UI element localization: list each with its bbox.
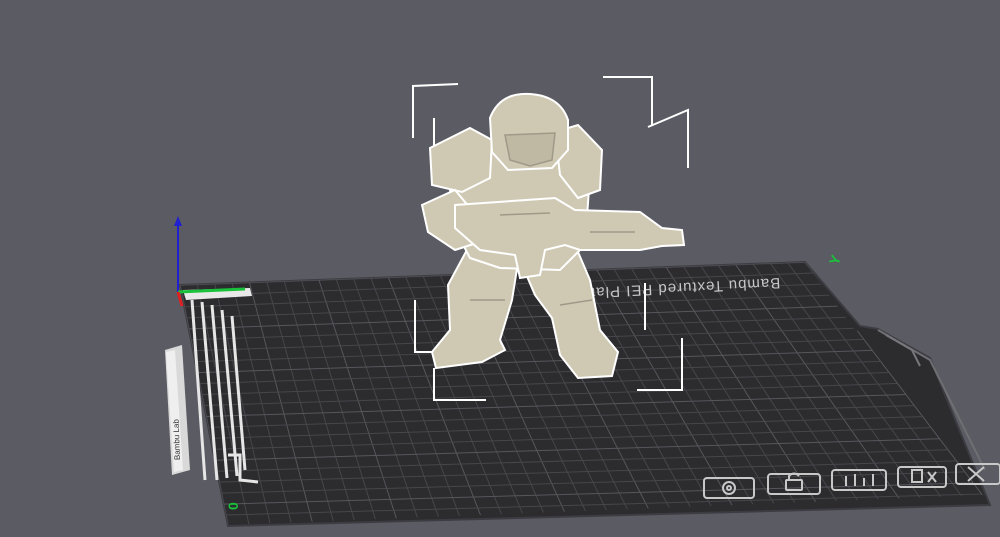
- 3d-viewport[interactable]: Bambu Textured PEI Plate Bambu Lab 0 Y: [0, 0, 1000, 532]
- svg-text:Bambu Lab: Bambu Lab: [172, 418, 182, 460]
- y-axis-label: Y: [826, 252, 844, 267]
- origin-label: 0: [225, 502, 241, 510]
